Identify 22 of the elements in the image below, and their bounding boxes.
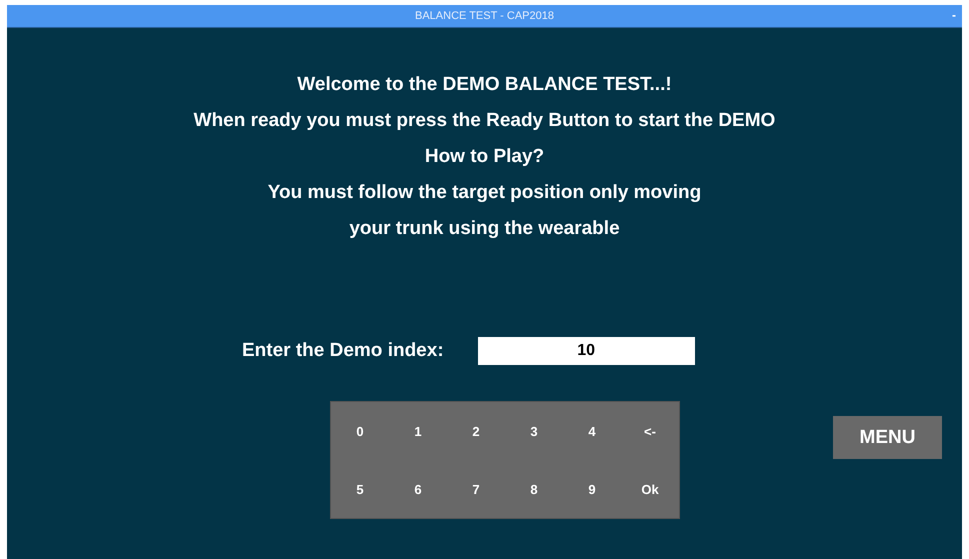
keypad-key[interactable]: 4: [572, 416, 612, 446]
instruction-text: your trunk using the wearable: [349, 217, 620, 240]
instruction-text: Welcome to the DEMO BALANCE TEST...!: [297, 73, 672, 96]
keypad-key[interactable]: 1: [398, 416, 438, 446]
keypad-key[interactable]: 3: [514, 416, 554, 446]
keypad-key[interactable]: 8: [514, 474, 554, 504]
keypad-key[interactable]: 7: [456, 474, 496, 504]
keypad-key[interactable]: <-: [630, 416, 670, 446]
keypad-key[interactable]: 9: [572, 474, 612, 504]
keypad-key[interactable]: Ok: [630, 474, 670, 504]
minimize-button[interactable]: -: [952, 8, 956, 22]
keypad-key[interactable]: 6: [398, 474, 438, 504]
menu-button[interactable]: MENU: [833, 416, 942, 459]
field-label: Enter the Demo index:: [242, 340, 444, 362]
window-title: BALANCE TEST - CAP2018: [415, 10, 554, 22]
instruction-text: When ready you must press the Ready Button to start the DEMO: [194, 109, 776, 132]
instruction-text: You must follow the target position only moving: [268, 181, 702, 204]
demo-index-field[interactable]: 10: [478, 337, 695, 365]
instruction-text: How to Play?: [424, 145, 544, 168]
keypad-key[interactable]: 2: [456, 416, 496, 446]
keypad-key[interactable]: 0: [340, 416, 380, 446]
keypad-key[interactable]: 5: [340, 474, 380, 504]
